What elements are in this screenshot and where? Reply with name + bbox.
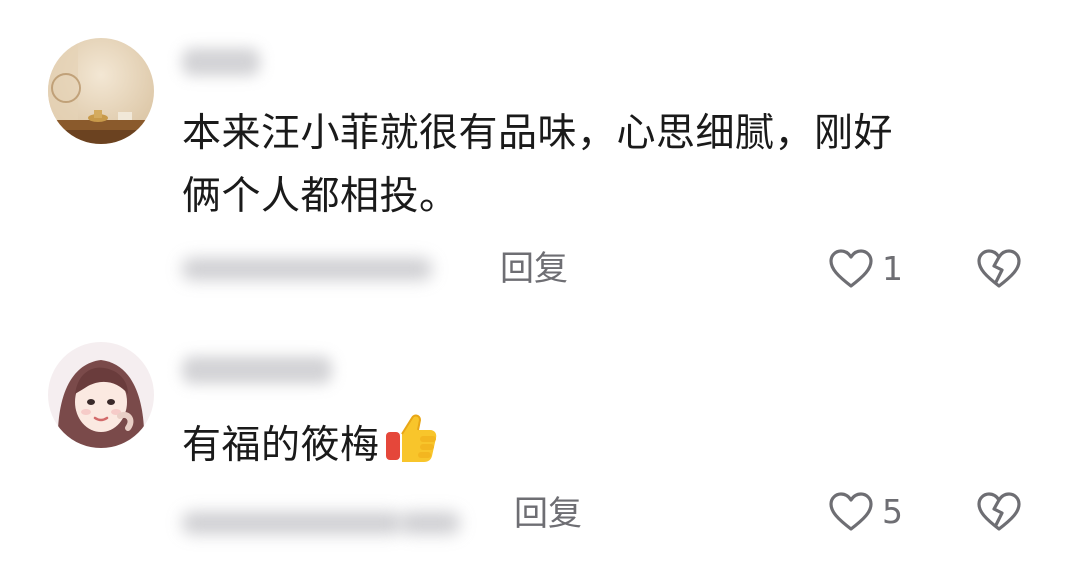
comment-item: 本来汪小菲就很有品味，心思细腻，刚好 俩个人都相投。 回复 1 [0,0,1080,300]
avatar[interactable] [48,38,154,144]
comment-list: 本来汪小菲就很有品味，心思细腻，刚好 俩个人都相投。 回复 1 有福的筱梅 回复… [0,0,1080,561]
dislike-button[interactable] [976,491,1022,537]
like-count: 1 [882,249,903,288]
heart-outline-icon [829,249,873,288]
comment-text-line-2: 俩个人都相投。 [182,174,459,219]
like-count: 5 [882,492,903,531]
heart-outline-icon [829,492,873,531]
reply-button[interactable]: 回复 [500,249,568,289]
comment-text-line-1: 本来汪小菲就很有品味，心思细腻，刚好 [182,111,894,156]
avatar[interactable] [48,342,154,448]
comment-text-content: 有福的筱梅 [182,423,380,468]
like-button[interactable]: 1 [828,248,903,290]
comment-item: 有福的筱梅 回复 5 [0,300,1080,561]
username[interactable] [182,356,332,384]
comment-timestamp [182,258,432,280]
thumbs-up-icon [382,410,438,485]
comment-text: 有福的筱梅 [182,410,438,485]
comment-timestamp [182,512,402,534]
username[interactable] [182,48,260,76]
avatar-image [48,342,154,448]
broken-heart-icon [977,492,1021,531]
dislike-button[interactable] [976,248,1022,294]
comment-location [400,512,460,534]
avatar-image [48,38,154,144]
like-button[interactable]: 5 [828,491,903,533]
broken-heart-icon [977,249,1021,288]
reply-button[interactable]: 回复 [514,494,582,534]
